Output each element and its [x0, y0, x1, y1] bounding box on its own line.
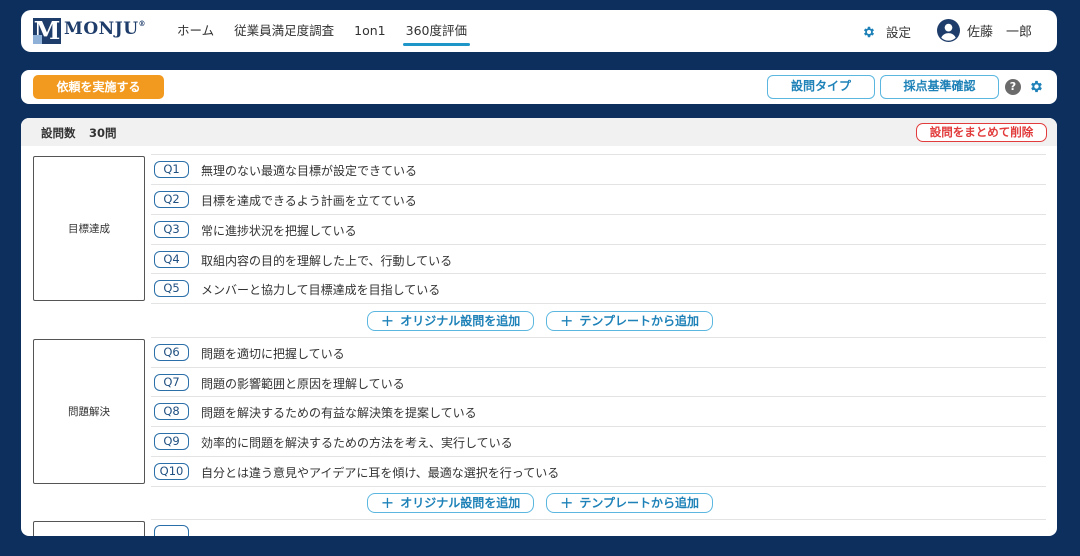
gear-icon[interactable] [1029, 79, 1044, 94]
question-row[interactable]: Q3 常に進捗状況を把握している [151, 214, 1046, 244]
question-number-badge: Q8 [154, 403, 189, 420]
plus-icon: + [559, 493, 574, 512]
user-avatar-icon [937, 19, 960, 42]
nav-1on1[interactable]: 1on1 [344, 10, 395, 52]
logo-text: MONJU® [64, 19, 147, 39]
question-text: 常に進捗状況を把握している [201, 224, 357, 238]
question-row[interactable]: Q4 取組内容の目的を理解した上で、行動している [151, 244, 1046, 274]
question-text: メンバーと協力して目標達成を目指している [201, 283, 441, 297]
question-row[interactable]: Q10 自分とは違う意見やアイデアに耳を傾け、最適な選択を行っている [151, 456, 1046, 486]
question-type-button[interactable]: 設問タイプ [767, 75, 875, 99]
row-divider [151, 303, 1046, 304]
action-bar: 依頼を実施する 設問タイプ 採点基準確認 ? [21, 70, 1057, 104]
help-icon[interactable]: ? [1005, 79, 1021, 95]
add-original-label: オリジナル設問を追加 [400, 313, 521, 328]
question-text: 問題を適切に把握している [201, 347, 345, 361]
nav-360-review[interactable]: 360度評価 [396, 10, 477, 52]
row-divider [151, 486, 1046, 487]
question-number-badge: Q10 [154, 463, 189, 480]
gear-icon [863, 26, 875, 37]
question-count-label: 設問数 [41, 126, 76, 140]
nav-employee-survey[interactable]: 従業員満足度調査 [224, 10, 344, 52]
category-label: 目標達成 [33, 156, 145, 301]
settings-link[interactable]: 設定 [862, 22, 911, 41]
question-number-badge [154, 525, 189, 536]
question-row[interactable]: Q7 問題の影響範囲と原因を理解している [151, 367, 1046, 397]
settings-label: 設定 [886, 25, 912, 40]
question-row[interactable]: Q6 問題を適切に把握している [151, 337, 1046, 367]
logo-mark: M [33, 16, 61, 45]
question-row[interactable]: Q2 目標を達成できるよう計画を立てている [151, 184, 1046, 214]
add-original-question-button[interactable]: + オリジナル設問を追加 [367, 311, 534, 331]
add-template-label: テンプレートから追加 [579, 495, 700, 510]
question-number-badge: Q9 [154, 433, 189, 450]
request-button[interactable]: 依頼を実施する [33, 75, 164, 99]
question-count-value: 30問 [89, 126, 117, 140]
add-original-label: オリジナル設問を追加 [400, 495, 521, 510]
criteria-button[interactable]: 採点基準確認 [880, 75, 999, 99]
question-row[interactable]: Q9 効率的に問題を解決するための方法を考え、実行している [151, 426, 1046, 456]
question-text: 無理のない最適な目標が設定できている [201, 164, 418, 178]
user-menu[interactable]: 佐藤 一郎 [937, 19, 1032, 42]
question-number-badge: Q4 [154, 251, 189, 268]
question-row[interactable]: Q5 メンバーと協力して目標達成を目指している [151, 273, 1046, 303]
question-panel: 設問数 30問 設問をまとめて削除 目標達成 Q1 無理のない最適な目標が設定で… [21, 118, 1057, 536]
question-text: 問題を解決するための有益な解決策を提案している [201, 406, 477, 420]
question-number-badge: Q3 [154, 221, 189, 238]
top-header: M MONJU® ホーム 従業員満足度調査 1on1 360度評価 設定 佐藤 … [21, 10, 1057, 52]
bulk-delete-button[interactable]: 設問をまとめて削除 [916, 123, 1047, 142]
nav-home[interactable]: ホーム [167, 10, 224, 52]
plus-icon: + [380, 311, 395, 330]
panel-header: 設問数 30問 設問をまとめて削除 [21, 118, 1057, 146]
add-template-label: テンプレートから追加 [579, 313, 700, 328]
category-label-partial [33, 521, 145, 536]
plus-icon: + [380, 493, 395, 512]
question-number-badge: Q1 [154, 161, 189, 178]
category-label: 問題解決 [33, 339, 145, 484]
add-from-template-button[interactable]: + テンプレートから追加 [546, 311, 713, 331]
question-number-badge: Q7 [154, 374, 189, 391]
question-row[interactable]: Q1 無理のない最適な目標が設定できている [151, 154, 1046, 184]
question-text: 自分とは違う意見やアイデアに耳を傾け、最適な選択を行っている [201, 466, 560, 480]
user-name: 佐藤 一郎 [967, 25, 1033, 40]
add-from-template-button[interactable]: + テンプレートから追加 [546, 493, 713, 513]
question-row-partial[interactable] [151, 519, 1046, 536]
question-number-badge: Q2 [154, 191, 189, 208]
add-original-question-button[interactable]: + オリジナル設問を追加 [367, 493, 534, 513]
question-text: 問題の影響範囲と原因を理解している [201, 377, 405, 391]
question-number-badge: Q6 [154, 344, 189, 361]
question-number-badge: Q5 [154, 280, 189, 297]
question-row[interactable]: Q8 問題を解決するための有益な解決策を提案している [151, 396, 1046, 426]
question-text: 取組内容の目的を理解した上で、行動している [201, 254, 453, 268]
plus-icon: + [559, 311, 574, 330]
question-text: 目標を達成できるよう計画を立てている [201, 194, 417, 208]
main-nav: ホーム 従業員満足度調査 1on1 360度評価 [167, 10, 477, 52]
question-text: 効率的に問題を解決するための方法を考え、実行している [201, 436, 513, 450]
